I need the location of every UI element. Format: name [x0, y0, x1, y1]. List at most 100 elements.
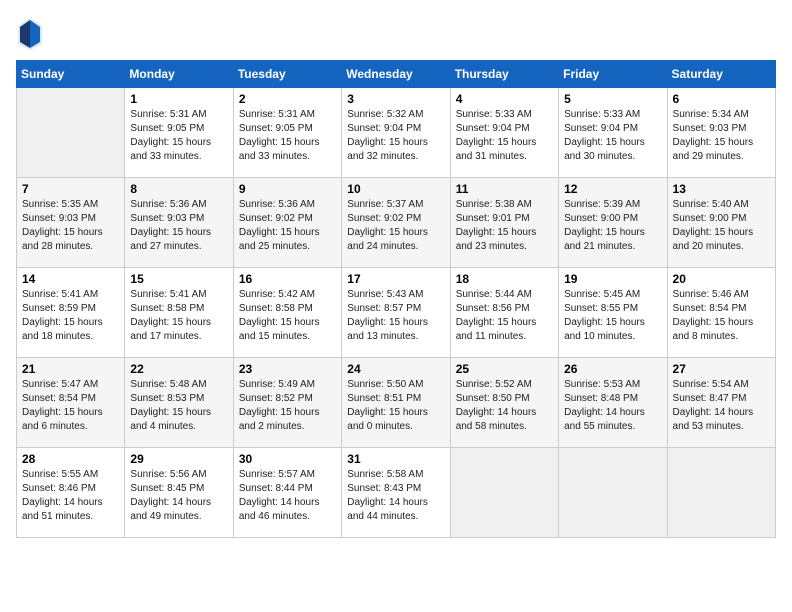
- daylight-text: Daylight: 15 hours and 21 minutes.: [564, 226, 661, 254]
- calendar-week-5: 28 Sunrise: 5:55 AMSunset: 8:46 PMDayligh…: [17, 448, 776, 538]
- weekday-header-thursday: Thursday: [450, 61, 558, 88]
- sunset-text: Sunset: 9:02 PM: [239, 212, 336, 226]
- day-info: Sunrise: 5:55 AMSunset: 8:46 PMDaylight:…: [22, 468, 119, 524]
- calendar-week-4: 21Sunrise: 5:47 AMSunset: 8:54 PMDayligh…: [17, 358, 776, 448]
- sunset-text: Sunset: 9:04 PM: [347, 122, 444, 136]
- day-info: Sunrise: 5:32 AMSunset: 9:04 PMDaylight:…: [347, 108, 444, 164]
- calendar-cell: 12Sunrise: 5:39 AMSunset: 9:00 PMDayligh…: [559, 178, 667, 268]
- day-info: Sunrise: 5:42 AMSunset: 8:58 PMDaylight:…: [239, 288, 336, 344]
- sunrise-text: Sunrise: 5:36 AM: [239, 198, 336, 212]
- sunrise-text: Sunrise: 5:49 AM: [239, 378, 336, 392]
- sunrise-text: Sunrise: 5:31 AM: [130, 108, 227, 122]
- daylight-text: Daylight: 14 hours and 44 minutes.: [347, 496, 444, 524]
- sunrise-text: Sunrise: 5:38 AM: [456, 198, 553, 212]
- sunset-text: Sunset: 8:51 PM: [347, 392, 444, 406]
- day-number: 18: [456, 272, 553, 286]
- weekday-header-monday: Monday: [125, 61, 233, 88]
- calendar-week-1: 1Sunrise: 5:31 AMSunset: 9:05 PMDaylight…: [17, 88, 776, 178]
- calendar-table: SundayMondayTuesdayWednesdayThursdayFrid…: [16, 60, 776, 538]
- day-info: Sunrise: 5:45 AMSunset: 8:55 PMDaylight:…: [564, 288, 661, 344]
- page-header: [16, 16, 776, 52]
- day-info: Sunrise: 5:31 AMSunset: 9:05 PMDaylight:…: [239, 108, 336, 164]
- day-info: Sunrise: 5:39 AMSunset: 9:00 PMDaylight:…: [564, 198, 661, 254]
- sunset-text: Sunset: 8:54 PM: [673, 302, 770, 316]
- calendar-cell: 5Sunrise: 5:33 AMSunset: 9:04 PMDaylight…: [559, 88, 667, 178]
- calendar-cell: 22 Sunrise: 5:48 AMSunset: 8:53 PMDayligh…: [125, 358, 233, 448]
- sunrise-text: Sunrise: 5:36 AM: [130, 198, 227, 212]
- sunrise-text: Sunrise: 5:57 AM: [239, 468, 336, 482]
- day-number: 17: [347, 272, 444, 286]
- sunrise-text: Sunrise: 5:52 AM: [456, 378, 553, 392]
- calendar-body: 1Sunrise: 5:31 AMSunset: 9:05 PMDaylight…: [17, 88, 776, 538]
- day-info: Sunrise: 5:41 AMSunset: 8:59 PMDaylight:…: [22, 288, 119, 344]
- day-number: 29: [130, 452, 227, 466]
- sunrise-text: Sunrise: 5:47 AM: [22, 378, 119, 392]
- day-number: 5: [564, 92, 661, 106]
- daylight-text: Daylight: 15 hours and 0 minutes.: [347, 406, 444, 434]
- day-info: Sunrise: 5:34 AMSunset: 9:03 PMDaylight:…: [673, 108, 770, 164]
- sunset-text: Sunset: 8:43 PM: [347, 482, 444, 496]
- sunset-text: Sunset: 8:54 PM: [22, 392, 119, 406]
- day-info: Sunrise: 5:41 AMSunset: 8:58 PMDaylight:…: [130, 288, 227, 344]
- calendar-cell: 2 Sunrise: 5:31 AMSunset: 9:05 PMDaylight…: [233, 88, 341, 178]
- daylight-text: Daylight: 15 hours and 11 minutes.: [456, 316, 553, 344]
- calendar-header: SundayMondayTuesdayWednesdayThursdayFrid…: [17, 61, 776, 88]
- day-info: Sunrise: 5:33 AMSunset: 9:04 PMDaylight:…: [456, 108, 553, 164]
- calendar-cell: 28 Sunrise: 5:55 AMSunset: 8:46 PMDayligh…: [17, 448, 125, 538]
- daylight-text: Daylight: 15 hours and 8 minutes.: [673, 316, 770, 344]
- calendar-cell: 8 Sunrise: 5:36 AMSunset: 9:03 PMDaylight…: [125, 178, 233, 268]
- sunset-text: Sunset: 8:44 PM: [239, 482, 336, 496]
- day-info: Sunrise: 5:52 AMSunset: 8:50 PMDaylight:…: [456, 378, 553, 434]
- day-number: 28: [22, 452, 119, 466]
- sunset-text: Sunset: 8:45 PM: [130, 482, 227, 496]
- daylight-text: Daylight: 15 hours and 31 minutes.: [456, 136, 553, 164]
- day-number: 10: [347, 182, 444, 196]
- day-number: 16: [239, 272, 336, 286]
- calendar-cell: 10Sunrise: 5:37 AMSunset: 9:02 PMDayligh…: [342, 178, 450, 268]
- day-number: 11: [456, 182, 553, 196]
- day-number: 7: [22, 182, 119, 196]
- sunset-text: Sunset: 9:04 PM: [456, 122, 553, 136]
- daylight-text: Daylight: 15 hours and 18 minutes.: [22, 316, 119, 344]
- day-info: Sunrise: 5:48 AMSunset: 8:53 PMDaylight:…: [130, 378, 227, 434]
- daylight-text: Daylight: 15 hours and 33 minutes.: [239, 136, 336, 164]
- calendar-cell: 25Sunrise: 5:52 AMSunset: 8:50 PMDayligh…: [450, 358, 558, 448]
- weekday-header-saturday: Saturday: [667, 61, 775, 88]
- calendar-cell: 11Sunrise: 5:38 AMSunset: 9:01 PMDayligh…: [450, 178, 558, 268]
- sunrise-text: Sunrise: 5:31 AM: [239, 108, 336, 122]
- sunrise-text: Sunrise: 5:45 AM: [564, 288, 661, 302]
- weekday-header-sunday: Sunday: [17, 61, 125, 88]
- day-info: Sunrise: 5:46 AMSunset: 8:54 PMDaylight:…: [673, 288, 770, 344]
- sunset-text: Sunset: 8:52 PM: [239, 392, 336, 406]
- daylight-text: Daylight: 15 hours and 17 minutes.: [130, 316, 227, 344]
- day-info: Sunrise: 5:36 AMSunset: 9:02 PMDaylight:…: [239, 198, 336, 254]
- daylight-text: Daylight: 15 hours and 32 minutes.: [347, 136, 444, 164]
- calendar-cell: 3Sunrise: 5:32 AMSunset: 9:04 PMDaylight…: [342, 88, 450, 178]
- day-info: Sunrise: 5:54 AMSunset: 8:47 PMDaylight:…: [673, 378, 770, 434]
- calendar-cell: 14Sunrise: 5:41 AMSunset: 8:59 PMDayligh…: [17, 268, 125, 358]
- sunset-text: Sunset: 8:47 PM: [673, 392, 770, 406]
- sunset-text: Sunset: 9:03 PM: [22, 212, 119, 226]
- weekday-header-wednesday: Wednesday: [342, 61, 450, 88]
- sunset-text: Sunset: 9:01 PM: [456, 212, 553, 226]
- calendar-cell: 19Sunrise: 5:45 AMSunset: 8:55 PMDayligh…: [559, 268, 667, 358]
- day-info: Sunrise: 5:36 AMSunset: 9:03 PMDaylight:…: [130, 198, 227, 254]
- sunset-text: Sunset: 9:03 PM: [130, 212, 227, 226]
- calendar-cell: 30Sunrise: 5:57 AMSunset: 8:44 PMDayligh…: [233, 448, 341, 538]
- daylight-text: Daylight: 14 hours and 49 minutes.: [130, 496, 227, 524]
- calendar-cell: 23Sunrise: 5:49 AMSunset: 8:52 PMDayligh…: [233, 358, 341, 448]
- day-number: 31: [347, 452, 444, 466]
- day-number: 2: [239, 92, 336, 106]
- sunrise-text: Sunrise: 5:41 AM: [22, 288, 119, 302]
- sunrise-text: Sunrise: 5:58 AM: [347, 468, 444, 482]
- daylight-text: Daylight: 15 hours and 25 minutes.: [239, 226, 336, 254]
- sunrise-text: Sunrise: 5:39 AM: [564, 198, 661, 212]
- weekday-header-tuesday: Tuesday: [233, 61, 341, 88]
- day-number: 8: [130, 182, 227, 196]
- weekday-header-row: SundayMondayTuesdayWednesdayThursdayFrid…: [17, 61, 776, 88]
- daylight-text: Daylight: 15 hours and 30 minutes.: [564, 136, 661, 164]
- calendar-cell: 4Sunrise: 5:33 AMSunset: 9:04 PMDaylight…: [450, 88, 558, 178]
- day-number: 22: [130, 362, 227, 376]
- day-number: 15: [130, 272, 227, 286]
- sunrise-text: Sunrise: 5:43 AM: [347, 288, 444, 302]
